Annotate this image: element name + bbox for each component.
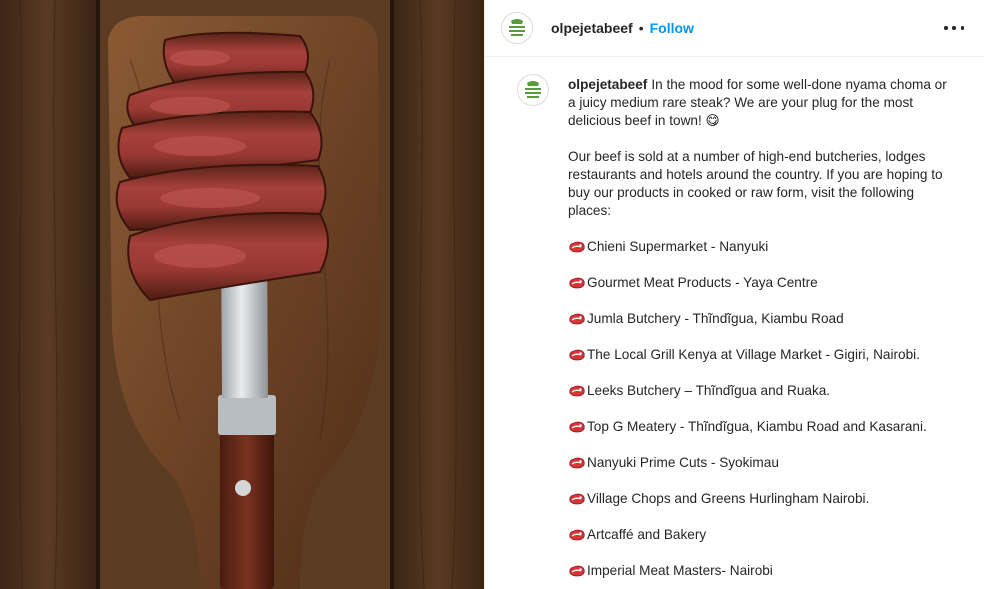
post-caption: olpejetabeef In the mood for some well-do… [568,76,958,589]
place-name: Top G Meatery - Thĩndĩgua, Kiambu Road a… [587,419,927,434]
header-username[interactable]: olpejetabeef [551,20,633,36]
meat-icon [569,493,585,505]
list-item: Imperial Meat Masters- Nairobi [568,562,958,580]
place-name: Artcaffé and Bakery [587,527,707,542]
list-item: Leeks Butchery – Thĩndĩgua and Ruaka. [568,382,958,400]
caption-username[interactable]: olpejetabeef [568,77,647,92]
brand-logo-icon [520,77,546,103]
caption-avatar[interactable] [517,74,549,106]
place-name: Gourmet Meat Products - Yaya Centre [587,275,818,290]
meat-icon [569,421,585,433]
more-options-icon[interactable] [944,18,964,38]
meat-icon [569,529,585,541]
list-item: Chieni Supermarket - Nanyuki [568,238,958,256]
meat-icon [569,457,585,469]
post-image[interactable] [0,0,484,589]
meat-icon [569,565,585,577]
list-item: Top G Meatery - Thĩndĩgua, Kiambu Road a… [568,418,958,436]
place-name: Jumla Butchery - Thĩndĩgua, Kiambu Road [587,311,844,326]
meat-icon [569,349,585,361]
list-item: Gourmet Meat Products - Yaya Centre [568,274,958,292]
place-name: Nanyuki Prime Cuts - Syokimau [587,455,779,470]
meat-icon [569,241,585,253]
separator-dot: • [638,20,644,36]
list-item: Village Chops and Greens Hurlingham Nair… [568,490,958,508]
list-item: The Local Grill Kenya at Village Market … [568,346,958,364]
post-details-panel: olpejetabeef • Follow olpejetabeef In the… [484,0,984,589]
steak-photo [0,0,484,589]
post-header: olpejetabeef • Follow [485,0,984,57]
brand-logo-icon [504,15,530,41]
follow-button[interactable]: Follow [650,20,694,36]
meat-icon [569,385,585,397]
caption-paragraph: Our beef is sold at a number of high-end… [568,149,943,218]
place-name: Village Chops and Greens Hurlingham Nair… [587,491,870,506]
avatar[interactable] [501,12,533,44]
comments-area[interactable]: olpejetabeef In the mood for some well-do… [485,58,984,589]
list-item: Nanyuki Prime Cuts - Syokimau [568,454,958,472]
list-item: Artcaffé and Bakery [568,526,958,544]
place-name: The Local Grill Kenya at Village Market … [587,347,920,362]
caption-intro: olpejetabeef In the mood for some well-do… [568,76,958,130]
place-name: Imperial Meat Masters- Nairobi [587,563,773,578]
place-name: Leeks Butchery – Thĩndĩgua and Ruaka. [587,383,831,398]
meat-icon [569,277,585,289]
place-name: Chieni Supermarket - Nanyuki [587,239,769,254]
list-item: Jumla Butchery - Thĩndĩgua, Kiambu Road [568,310,958,328]
meat-icon [569,313,585,325]
places-list: Chieni Supermarket - Nanyuki Gourmet Meat… [568,238,958,580]
